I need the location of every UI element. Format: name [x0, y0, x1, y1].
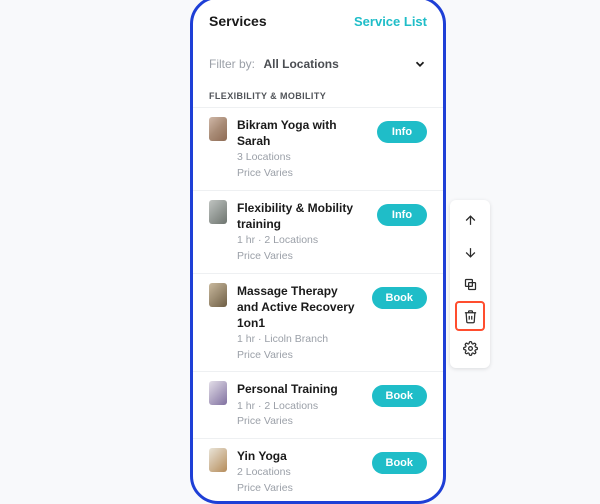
service-name: Personal Training — [237, 381, 362, 397]
arrow-up-icon — [463, 213, 478, 228]
service-thumbnail — [209, 448, 227, 472]
service-price: Price Varies — [237, 414, 362, 429]
app-header: Services Service List — [193, 0, 443, 39]
service-price: Price Varies — [237, 166, 367, 181]
filter-group: Filter by: All Locations — [209, 55, 339, 73]
service-price: Price Varies — [237, 348, 362, 363]
device-frame: Services Service List Filter by: All Loc… — [190, 0, 446, 504]
info-button[interactable]: Info — [377, 204, 427, 226]
service-list: Bikram Yoga with Sarah 3 Locations Price… — [193, 107, 443, 504]
filter-label: Filter by: — [209, 57, 255, 71]
service-price: Price Varies — [237, 249, 367, 264]
service-meta: 2 Locations — [237, 465, 362, 480]
service-name: Flexibility & Mobility training — [237, 200, 367, 232]
service-meta: 1 hr · 2 Locations — [237, 233, 367, 248]
filter-value: All Locations — [263, 57, 338, 71]
list-item[interactable]: Personal Training 1 hr · 2 Locations Pri… — [193, 371, 443, 438]
list-item[interactable]: Massage Therapy and Active Recovery 1on1… — [193, 273, 443, 372]
copy-icon — [463, 277, 478, 292]
section-header: FLEXIBILITY & MOBILITY — [193, 83, 443, 107]
service-info: Massage Therapy and Active Recovery 1on1… — [237, 283, 362, 363]
info-button[interactable]: Info — [377, 121, 427, 143]
list-item[interactable]: Bikram Yoga with Sarah 3 Locations Price… — [193, 107, 443, 190]
service-info: Bikram Yoga with Sarah 3 Locations Price… — [237, 117, 367, 181]
service-meta: 3 Locations — [237, 150, 367, 165]
move-up-button[interactable] — [455, 205, 485, 235]
service-thumbnail — [209, 283, 227, 307]
move-down-button[interactable] — [455, 237, 485, 267]
service-thumbnail — [209, 381, 227, 405]
duplicate-button[interactable] — [455, 269, 485, 299]
service-thumbnail — [209, 117, 227, 141]
settings-button[interactable] — [455, 333, 485, 363]
book-button[interactable]: Book — [372, 452, 428, 474]
service-info: Flexibility & Mobility training 1 hr · 2… — [237, 200, 367, 264]
gear-icon — [463, 341, 478, 356]
service-name: Bikram Yoga with Sarah — [237, 117, 367, 149]
list-item[interactable]: Flexibility & Mobility training 1 hr · 2… — [193, 190, 443, 273]
page-title: Services — [209, 13, 267, 29]
trash-icon — [463, 309, 478, 324]
service-name: Massage Therapy and Active Recovery 1on1 — [237, 283, 362, 332]
service-info: Personal Training 1 hr · 2 Locations Pri… — [237, 381, 362, 429]
service-info: Yin Yoga 2 Locations Price Varies — [237, 448, 362, 496]
service-price: Price Varies — [237, 481, 362, 496]
service-list-link[interactable]: Service List — [354, 14, 427, 29]
side-toolbar — [450, 200, 490, 368]
list-item[interactable]: Yin Yoga 2 Locations Price Varies Book — [193, 438, 443, 504]
arrow-down-icon — [463, 245, 478, 260]
service-name: Yin Yoga — [237, 448, 362, 464]
service-meta: 1 hr · 2 Locations — [237, 399, 362, 414]
filter-row[interactable]: Filter by: All Locations — [193, 39, 443, 83]
book-button[interactable]: Book — [372, 287, 428, 309]
chevron-down-icon[interactable] — [413, 57, 427, 71]
delete-button[interactable] — [455, 301, 485, 331]
service-meta: 1 hr · Licoln Branch — [237, 332, 362, 347]
service-thumbnail — [209, 200, 227, 224]
book-button[interactable]: Book — [372, 385, 428, 407]
